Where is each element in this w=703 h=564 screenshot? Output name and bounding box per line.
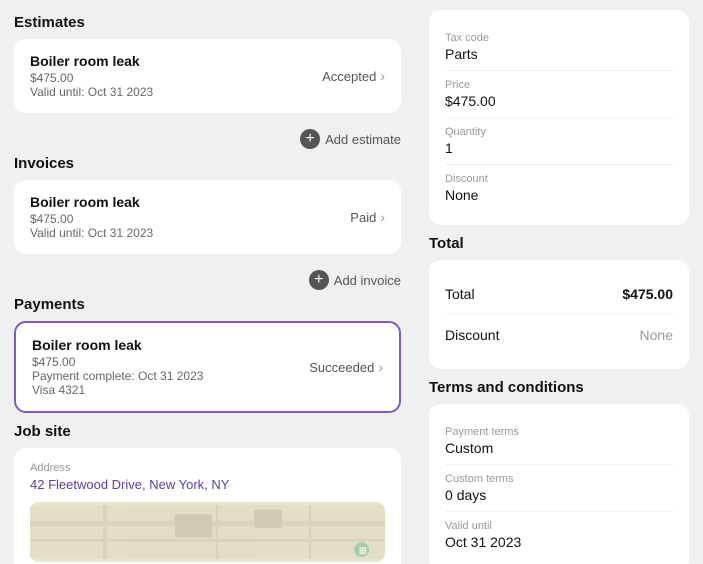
add-estimate-icon: + [300,129,320,149]
map-preview: ⊞ [30,502,385,562]
custom-terms-value: 0 days [445,487,673,503]
discount-row: Discount None [445,315,673,355]
jobsite-card: Address 42 Fleetwood Drive, New York, NY… [14,448,401,564]
discount-field: Discount None [445,165,673,211]
add-estimate-button[interactable]: + Add estimate [300,129,401,149]
add-invoice-row: + Add invoice [14,264,401,292]
add-estimate-label: Add estimate [325,132,401,147]
jobsite-section: Job site Address 42 Fleetwood Drive, New… [14,423,401,564]
quantity-field: Quantity 1 [445,118,673,165]
svg-text:⊞: ⊞ [359,545,367,555]
valid-until-label: Valid until [445,520,673,532]
left-panel: Estimates Boiler room leak $475.00 Valid… [0,0,415,564]
right-panel: Tax code Parts Price $475.00 Quantity 1 … [415,0,703,564]
payments-title: Payments [14,296,401,313]
tax-code-field: Tax code Parts [445,24,673,71]
add-invoice-label: Add invoice [334,273,401,288]
total-section-title: Total [429,235,689,252]
item-details-card: Tax code Parts Price $475.00 Quantity 1 … [429,10,689,225]
tax-code-label: Tax code [445,32,673,44]
estimates-section: Estimates Boiler room leak $475.00 Valid… [14,14,401,151]
estimate-card-valid: Valid until: Oct 31 2023 [30,85,153,99]
chevron-icon: › [380,209,385,225]
price-field: Price $475.00 [445,71,673,118]
jobsite-title: Job site [14,423,401,440]
chevron-icon: › [378,359,383,375]
discount-row-value: None [640,327,673,343]
terms-card: Payment terms Custom Custom terms 0 days… [429,404,689,564]
payment-status: Succeeded [309,360,374,375]
valid-until-field: Valid until Oct 31 2023 [445,512,673,558]
estimate-card[interactable]: Boiler room leak $475.00 Valid until: Oc… [14,39,401,113]
total-label: Total [445,286,475,302]
total-card: Total $475.00 Discount None [429,260,689,369]
payment-terms-field: Payment terms Custom [445,418,673,465]
chevron-icon: › [380,68,385,84]
estimate-card-amount: $475.00 [30,71,153,85]
valid-until-value: Oct 31 2023 [445,534,673,550]
add-estimate-row: + Add estimate [14,123,401,151]
payment-card-title: Boiler room leak [32,337,203,353]
custom-terms-field: Custom terms 0 days [445,465,673,512]
invoices-title: Invoices [14,155,401,172]
terms-section-title: Terms and conditions [429,379,689,396]
total-row: Total $475.00 [445,274,673,315]
payment-card[interactable]: Boiler room leak $475.00 Payment complet… [14,321,401,413]
tax-code-value: Parts [445,46,673,62]
add-invoice-icon: + [309,270,329,290]
estimate-card-title: Boiler room leak [30,53,153,69]
address-link[interactable]: 42 Fleetwood Drive, New York, NY [30,477,229,492]
total-value: $475.00 [622,286,673,302]
custom-terms-label: Custom terms [445,473,673,485]
payment-card-sub1: Payment complete: Oct 31 2023 [32,369,203,383]
invoice-card-title: Boiler room leak [30,194,153,210]
discount-row-label: Discount [445,327,499,343]
discount-value: None [445,187,673,203]
invoice-card[interactable]: Boiler room leak $475.00 Valid until: Oc… [14,180,401,254]
quantity-label: Quantity [445,126,673,138]
discount-label: Discount [445,173,673,185]
estimates-title: Estimates [14,14,401,31]
estimate-status: Accepted [322,69,376,84]
payment-terms-label: Payment terms [445,426,673,438]
payment-terms-value: Custom [445,440,673,456]
invoice-status: Paid [350,210,376,225]
invoices-section: Invoices Boiler room leak $475.00 Valid … [14,155,401,292]
address-label: Address [30,462,385,474]
payment-card-amount: $475.00 [32,355,203,369]
price-value: $475.00 [445,93,673,109]
invoice-card-amount: $475.00 [30,212,153,226]
quantity-value: 1 [445,140,673,156]
payment-card-sub2: Visa 4321 [32,383,203,397]
add-invoice-button[interactable]: + Add invoice [309,270,401,290]
invoice-card-valid: Valid until: Oct 31 2023 [30,226,153,240]
payments-section: Payments Boiler room leak $475.00 Paymen… [14,296,401,413]
price-label: Price [445,79,673,91]
